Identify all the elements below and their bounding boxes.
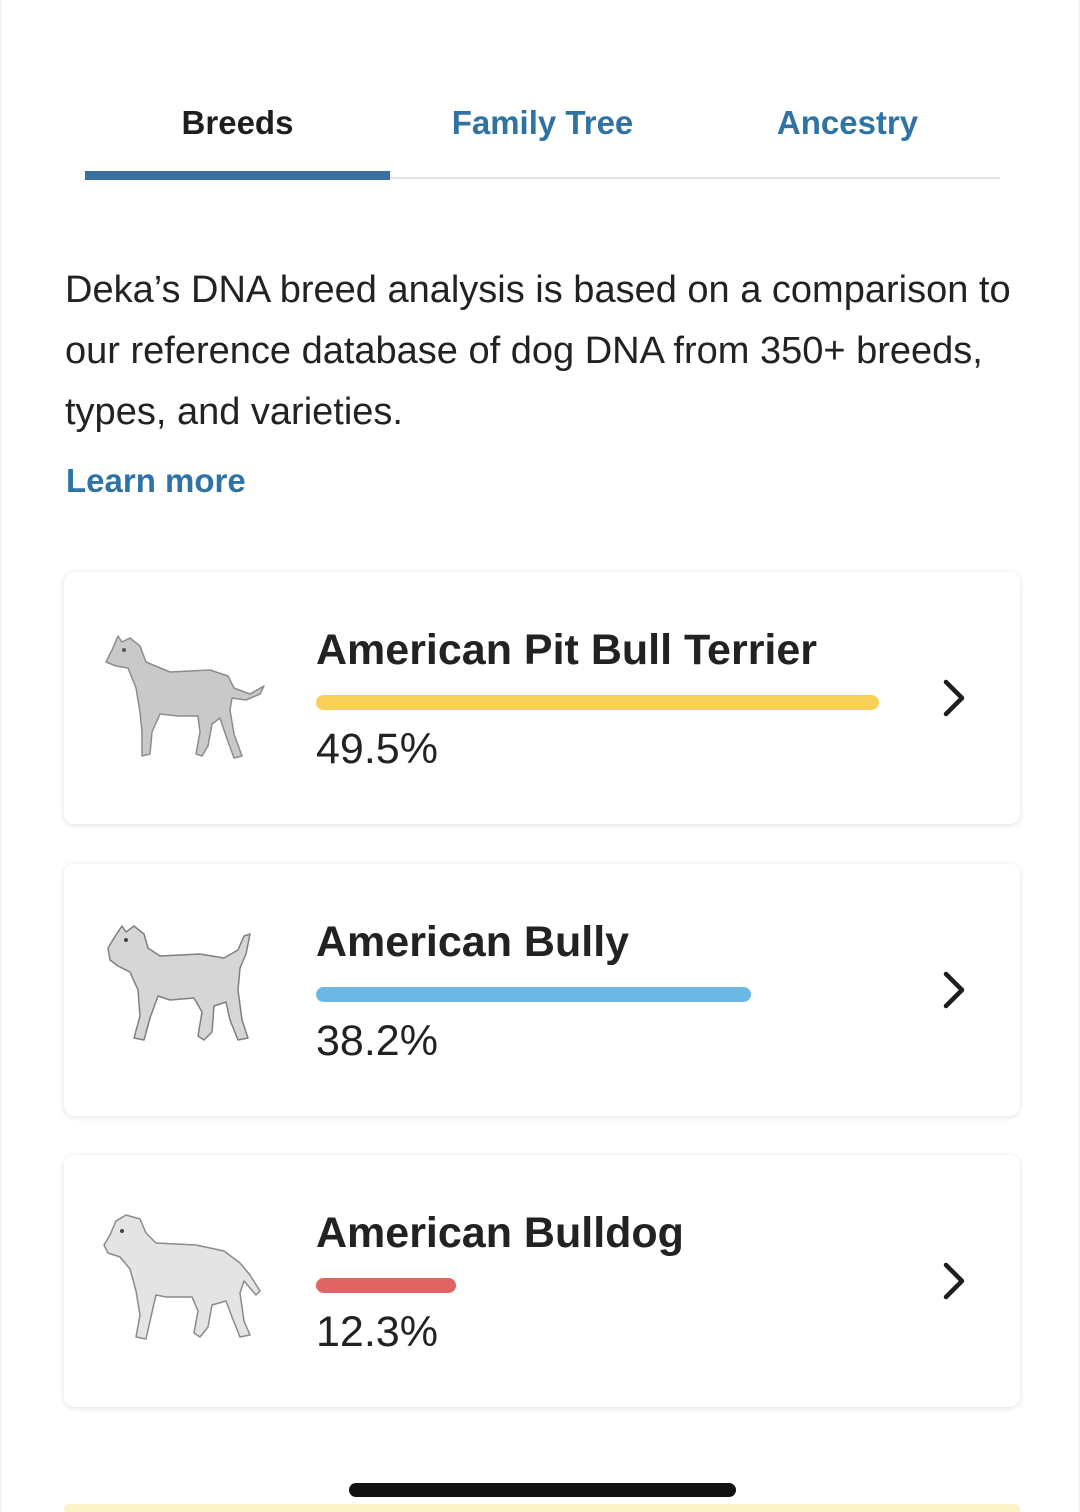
breed-name: American Bulldog: [316, 1209, 684, 1257]
pit-bull-image: [105, 635, 265, 759]
breed-analysis-description: Deka’s DNA breed analysis is based on a …: [65, 269, 1011, 433]
tab-breeds[interactable]: Breeds: [85, 90, 390, 178]
active-tab-indicator: [85, 171, 390, 180]
home-indicator[interactable]: [349, 1483, 736, 1497]
breed-percentage-bar: [316, 1278, 456, 1293]
breed-name: American Bully: [316, 918, 630, 966]
tab-ancestry[interactable]: Ancestry: [695, 90, 1000, 178]
breed-card-american-bulldog[interactable]: American Bulldog 12.3%: [64, 1155, 1020, 1407]
chevron-right-icon[interactable]: [936, 676, 976, 720]
tab-breeds-label: Breeds: [181, 104, 294, 141]
breed-card-american-pit-bull-terrier[interactable]: American Pit Bull Terrier 49.5%: [64, 572, 1020, 824]
tab-family-tree-label: Family Tree: [451, 104, 634, 141]
next-card-peek: [64, 1504, 1020, 1512]
tab-family-tree[interactable]: Family Tree: [390, 90, 695, 178]
chevron-right-icon[interactable]: [936, 968, 976, 1012]
bulldog-image: [103, 1214, 261, 1340]
tab-ancestry-label: Ancestry: [776, 104, 919, 141]
breed-name: American Pit Bull Terrier: [316, 626, 818, 674]
bully-image: [107, 925, 251, 1041]
breed-percentage: 38.2%: [316, 1017, 438, 1065]
screen: Breeds Family Tree Ancestry Deka’s DNA b…: [2, 0, 1078, 1512]
chevron-right-icon[interactable]: [936, 1259, 976, 1303]
breed-percentage: 49.5%: [316, 725, 438, 773]
breed-percentage-bar: [316, 987, 751, 1002]
breed-percentage: 12.3%: [316, 1308, 438, 1356]
breed-percentage-bar: [316, 695, 879, 710]
learn-more-link[interactable]: Learn more: [66, 462, 246, 500]
breed-card-american-bully[interactable]: American Bully 38.2%: [64, 864, 1020, 1116]
tab-bar: Breeds Family Tree Ancestry: [85, 90, 1000, 182]
